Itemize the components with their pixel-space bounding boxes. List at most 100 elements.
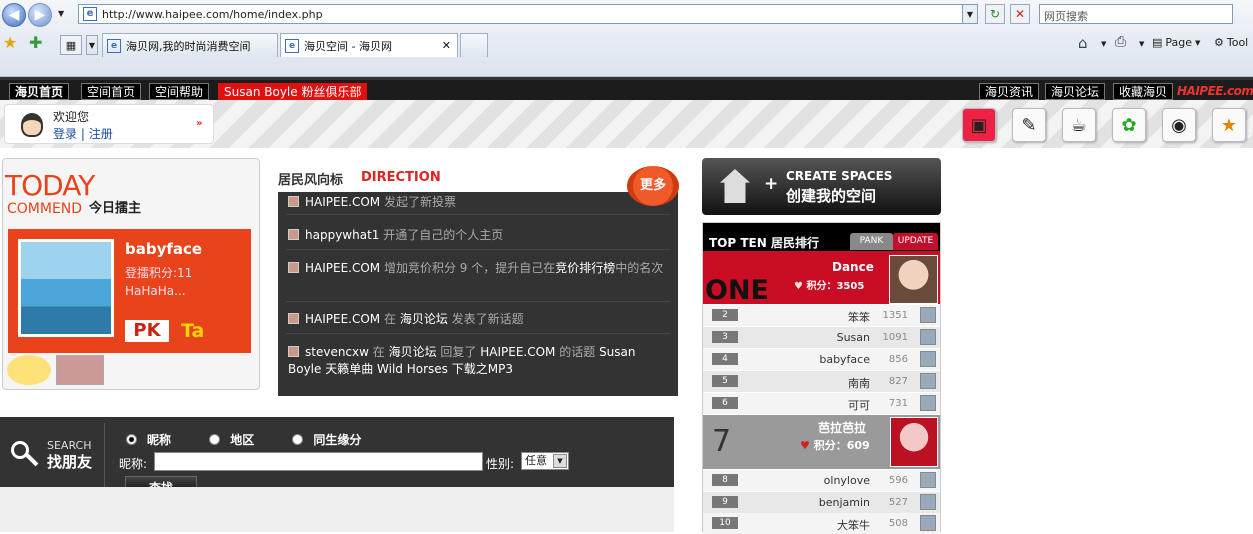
address-dropdown-icon[interactable]: ▼ (962, 4, 978, 24)
radio-birthday[interactable] (292, 434, 304, 445)
nav-space-home[interactable]: 空间首页 (81, 83, 142, 100)
gender-select-value: 任意 (525, 454, 547, 467)
heart-icon: ♥ (800, 439, 814, 452)
browser-search-input[interactable]: 网页搜索 (1039, 4, 1233, 24)
create-space-button[interactable]: + CREATE SPACES 创建我的空间 (702, 158, 941, 215)
rank-avatar[interactable] (920, 307, 936, 323)
radio-nickname[interactable] (126, 434, 137, 445)
nav-haipee-home[interactable]: 海贝首页 (9, 83, 70, 100)
pk-button[interactable]: PK (125, 320, 169, 342)
rank-name[interactable]: 南南 (848, 375, 870, 391)
cup-icon[interactable]: ☕ (1062, 108, 1096, 142)
tab-list-icon[interactable]: ▼ (86, 35, 98, 55)
radio-region[interactable] (209, 434, 221, 445)
feed-link[interactable]: 海贝论坛 (389, 345, 437, 359)
rank-name[interactable]: olnylove (824, 474, 870, 487)
gender-select[interactable]: 任意 ▼ (521, 452, 569, 470)
favorites-star-icon[interactable]: ★ (3, 33, 17, 52)
add-favorite-icon[interactable]: ✚ (29, 33, 42, 52)
rank-seventh-name[interactable]: 芭拉芭拉 (818, 419, 866, 436)
rank-name[interactable]: babyface (819, 353, 870, 366)
page-menu[interactable]: ▤ Page ▼ (1152, 36, 1200, 49)
rank-name[interactable]: 大笨牛 (837, 517, 870, 533)
refresh-icon[interactable]: ↻ (985, 4, 1005, 24)
login-link[interactable]: 登录 (53, 127, 77, 141)
rank-name[interactable]: benjamin (819, 496, 870, 509)
quick-tabs-icon[interactable]: ▦ (60, 35, 82, 55)
more-button[interactable]: 更多 (627, 166, 679, 206)
stop-icon[interactable]: ✕ (1010, 4, 1030, 24)
rank-avatar[interactable] (920, 373, 936, 389)
tab-rank[interactable]: PANK (850, 233, 893, 250)
rank-row[interactable]: 9 benjamin 527 (703, 492, 940, 513)
close-tab-icon[interactable]: ✕ (442, 39, 451, 52)
back-icon[interactable]: ◀ (2, 3, 26, 27)
shopping-bag-icon[interactable]: ▣ (962, 108, 996, 142)
rank-seventh-score: 积分：609 (813, 439, 870, 452)
rank-avatar[interactable] (920, 472, 936, 488)
rank-name[interactable]: Susan (837, 331, 870, 344)
print-icon[interactable]: ⎙ (1115, 34, 1126, 50)
rank-seventh[interactable]: 7 芭拉芭拉 ♥ 积分：609 (703, 415, 940, 469)
rank-avatar[interactable] (920, 351, 936, 367)
camera-icon[interactable]: ◉ (1162, 108, 1196, 142)
address-bar[interactable]: e http://www.haipee.com/home/index.php (78, 4, 978, 24)
browser-tab-active[interactable]: e 海贝空间 - 海贝网 ✕ (280, 33, 458, 57)
rank-first-name[interactable]: Dance (832, 260, 874, 274)
rank-avatar[interactable] (920, 515, 936, 531)
tab-update[interactable]: UPDATE (893, 233, 938, 250)
thumb-avatar[interactable] (56, 355, 104, 385)
feed-link[interactable]: HAIPEE.COM (480, 345, 555, 359)
star-badge-icon[interactable]: ★ (1212, 108, 1246, 142)
forward-icon[interactable]: ▶ (28, 3, 52, 27)
rank-row[interactable]: 4 babyface 856 (703, 349, 940, 370)
rank-first-avatar[interactable] (889, 255, 938, 304)
rank-avatar[interactable] (920, 329, 936, 345)
nav-news[interactable]: 海贝资讯 (979, 83, 1040, 100)
history-dropdown-icon[interactable]: ▼ (58, 9, 64, 18)
haipee-logo[interactable]: HAIPEE.com (1177, 83, 1253, 100)
commend-heading: COMMEND (7, 201, 83, 217)
register-link[interactable]: 注册 (89, 127, 113, 141)
home-dropdown-icon[interactable]: ▼ (1101, 40, 1106, 48)
fruit-icon[interactable]: ✿ (1112, 108, 1146, 142)
print-dropdown-icon[interactable]: ▼ (1139, 40, 1144, 48)
ie-page-icon: e (107, 38, 121, 53)
feed-link[interactable]: 海贝论坛 (400, 312, 448, 326)
tools-menu[interactable]: ⚙ Tool (1214, 36, 1248, 49)
nav-susan-boyle-club[interactable]: Susan Boyle 粉丝俱乐部 (218, 83, 368, 100)
rank-row[interactable]: 2 笨笨 1351 (703, 305, 940, 326)
page-menu-label: Page (1165, 36, 1193, 49)
feed-link[interactable]: 竞价排行榜 (555, 261, 615, 275)
new-tab-button[interactable] (460, 33, 488, 57)
nav-forum[interactable]: 海贝论坛 (1045, 83, 1106, 100)
rank-avatar[interactable] (920, 494, 936, 510)
rank-first[interactable]: ONE Dance ♥ 积分：3505 (703, 251, 940, 304)
home-icon[interactable]: ⌂ (1078, 34, 1088, 52)
champion-photo[interactable] (18, 239, 114, 337)
rank-row[interactable]: 3 Susan 1091 (703, 327, 940, 348)
notes-icon[interactable]: ✎ (1012, 108, 1046, 142)
rank-number: 5 (712, 375, 738, 387)
browser-tab[interactable]: e 海贝网,我的时尚消费空间 (102, 33, 278, 57)
feed-user-link[interactable]: HAIPEE.COM (305, 261, 380, 275)
feed-user-link[interactable]: happywhat1 (305, 228, 379, 242)
rank-row[interactable]: 10 大笨牛 508 (703, 513, 940, 534)
rank-row[interactable]: 5 南南 827 (703, 371, 940, 392)
thumb-avatar[interactable] (7, 355, 51, 385)
feed-user-link[interactable]: HAIPEE.COM (305, 312, 380, 326)
rank-avatar[interactable] (920, 395, 936, 411)
rank-seventh-avatar[interactable] (890, 417, 938, 467)
champion-name[interactable]: babyface (125, 240, 202, 258)
ta-label[interactable]: Ta (181, 320, 204, 342)
nav-space-help[interactable]: 空间帮助 (149, 83, 210, 100)
rank-name[interactable]: 可可 (848, 397, 870, 413)
nav-bookmark[interactable]: 收藏海贝 (1113, 83, 1174, 100)
rank-number: 2 (712, 309, 738, 321)
nickname-input[interactable] (154, 452, 483, 471)
rank-name[interactable]: 笨笨 (848, 309, 870, 325)
rank-row[interactable]: 8 olnylove 596 (703, 470, 940, 491)
rank-row[interactable]: 6 可可 731 (703, 393, 940, 414)
feed-user-link[interactable]: stevencxw (305, 345, 369, 359)
feed-user-link[interactable]: HAIPEE.COM (305, 195, 380, 209)
